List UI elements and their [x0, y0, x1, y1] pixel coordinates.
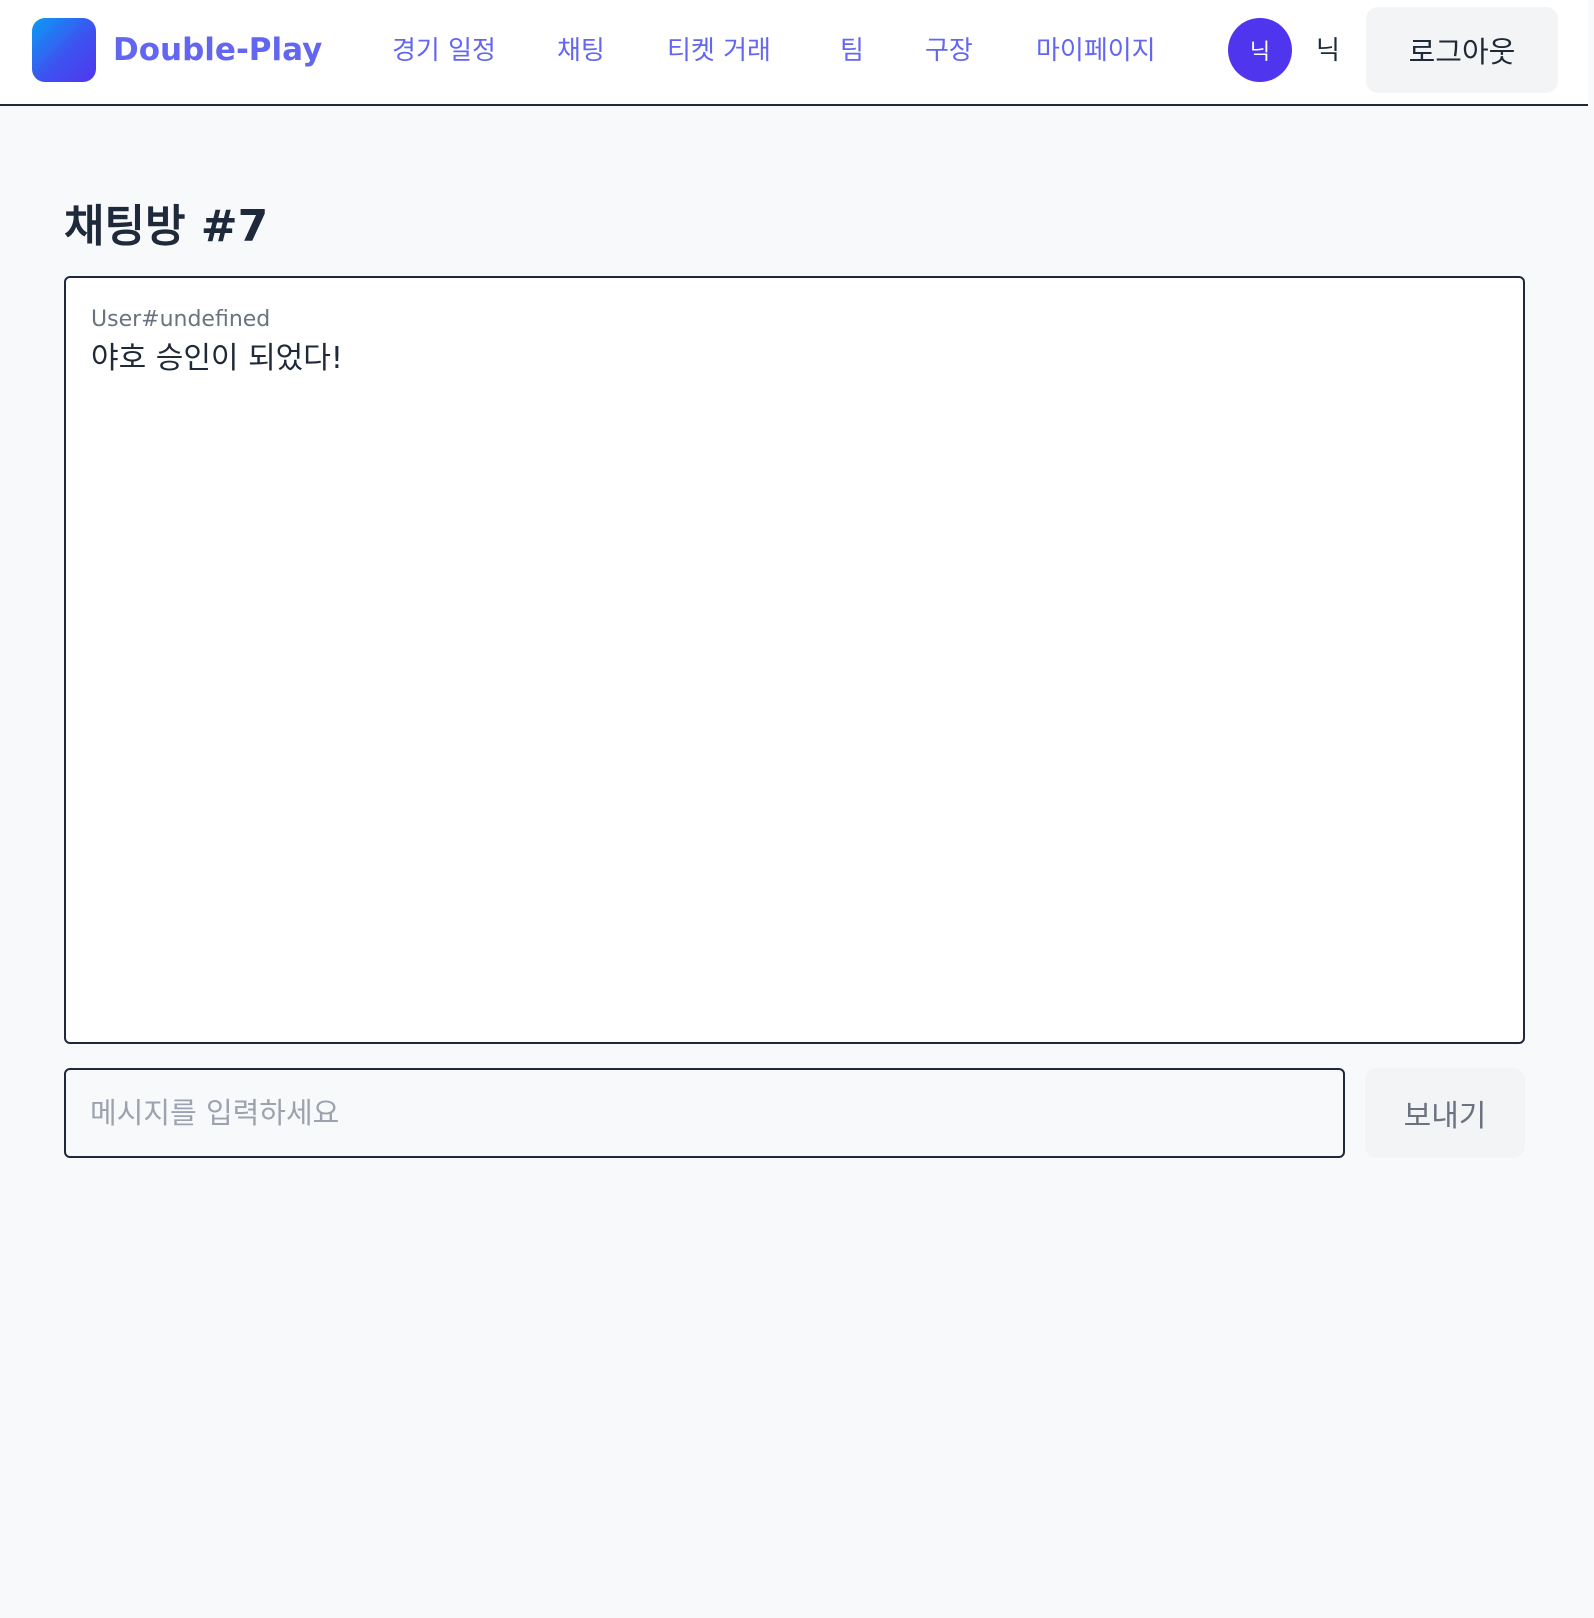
page-title: 채팅방 #7	[64, 201, 269, 252]
nav-item-mypage[interactable]: 마이페이지	[1036, 30, 1156, 67]
brand-name: Double-Play	[113, 32, 323, 68]
nav-item-chat[interactable]: 채팅	[557, 30, 605, 67]
logout-button[interactable]: 로그아웃	[1366, 7, 1558, 93]
send-button[interactable]: 보내기	[1365, 1068, 1525, 1158]
message-text: 야호 승인이 되었다!	[91, 341, 343, 376]
nav-item-stadium[interactable]: 구장	[925, 30, 973, 67]
logo-icon	[32, 18, 96, 82]
nav-item-team[interactable]: 팀	[840, 30, 864, 67]
avatar[interactable]: 닉	[1228, 18, 1292, 82]
chat-message-list[interactable]: User#undefined 야호 승인이 되었다!	[64, 276, 1525, 1044]
chat-message: User#undefined 야호 승인이 되었다!	[91, 306, 343, 378]
avatar-initial: 닉	[1249, 40, 1271, 65]
username: 닉	[1316, 36, 1340, 66]
message-sender: User#undefined	[91, 307, 271, 332]
brand-link[interactable]: Double-Play	[32, 18, 322, 82]
top-navbar: Double-Play 경기 일정 채팅 티켓 거래 팀 구장 마이페이지 닉 …	[0, 0, 1588, 106]
nav-item-schedule[interactable]: 경기 일정	[392, 30, 496, 67]
nav-item-ticket-trade[interactable]: 티켓 거래	[667, 30, 771, 67]
message-input[interactable]	[64, 1068, 1345, 1158]
